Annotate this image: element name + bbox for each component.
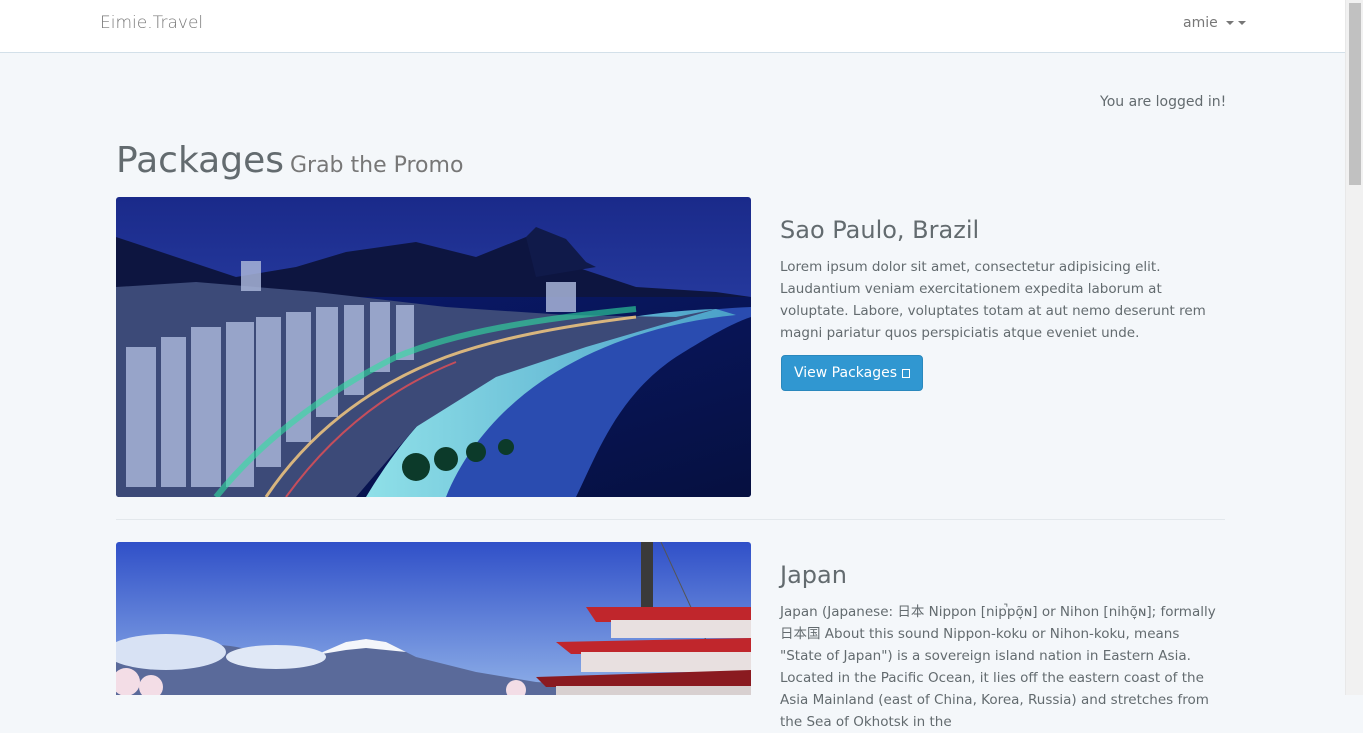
package-image-brazil xyxy=(116,197,751,497)
page-title: Packages Grab the Promo xyxy=(116,140,463,181)
caret-down-icon xyxy=(1238,21,1247,25)
user-menu[interactable]: amie xyxy=(1183,15,1247,31)
package-divider xyxy=(116,519,1225,520)
view-packages-button[interactable]: View Packages xyxy=(781,355,923,391)
caret-down-icon xyxy=(1226,21,1235,25)
package-image-japan xyxy=(116,542,751,695)
page-subtitle: Grab the Promo xyxy=(289,153,464,178)
arrow-glyph-icon xyxy=(902,369,910,378)
navbar: Eimie.Travel amie xyxy=(0,0,1345,53)
page-title-text: Packages xyxy=(116,140,284,181)
page-scrollbar[interactable] xyxy=(1345,0,1363,695)
page-header: Packages Grab the Promo xyxy=(116,140,463,181)
package-description-brazil: Lorem ipsum dolor sit amet, consectetur … xyxy=(780,259,1206,341)
user-name: amie xyxy=(1183,15,1218,31)
package-description-japan: Japan (Japanese: 日本 Nippon [nip̚põ̞ɴ] or… xyxy=(780,604,1216,730)
package-title-brazil: Sao Paulo, Brazil xyxy=(780,216,980,244)
brand-link[interactable]: Eimie.Travel xyxy=(100,13,203,33)
scrollbar-thumb[interactable] xyxy=(1349,3,1361,185)
view-packages-label: View Packages xyxy=(794,365,897,381)
login-status: You are logged in! xyxy=(1100,94,1227,110)
package-title-japan: Japan xyxy=(780,561,847,589)
